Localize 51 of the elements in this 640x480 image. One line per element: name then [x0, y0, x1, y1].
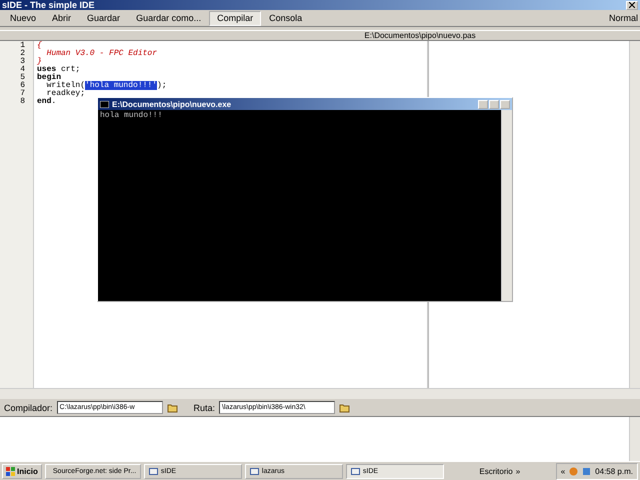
- close-button[interactable]: [626, 0, 638, 10]
- code-line: }: [37, 58, 42, 66]
- horizontal-scrollbar[interactable]: [0, 388, 640, 399]
- mode-label: Normal: [608, 13, 638, 23]
- app-icon: [250, 466, 259, 476]
- code-line: writeln('hola mundo!!!');: [46, 82, 167, 90]
- vertical-scrollbar[interactable]: [501, 110, 512, 301]
- file-path: E:\Documentos\pipo\nuevo.pas: [0, 30, 640, 40]
- code-line: end.: [37, 98, 56, 106]
- app-icon: [148, 466, 158, 476]
- folder-icon[interactable]: [339, 402, 350, 413]
- code-line: Human V3.0 - FPC Editor: [46, 50, 158, 58]
- maximize-button[interactable]: [489, 100, 499, 108]
- collapse-tray[interactable]: «: [560, 466, 566, 476]
- line-number: 4: [20, 66, 25, 74]
- console-icon: [100, 100, 109, 108]
- app-icon: [350, 466, 360, 476]
- expand-toolbar[interactable]: »: [516, 466, 520, 476]
- vertical-scrollbar[interactable]: [629, 41, 640, 388]
- console-output: hola mundo!!!: [99, 110, 164, 122]
- toolbar-button[interactable]: Abrir: [44, 10, 80, 26]
- toolbar-button[interactable]: Guardar: [79, 10, 128, 26]
- toolbar-button[interactable]: Nuevo: [2, 10, 44, 26]
- code-line: begin: [37, 74, 62, 82]
- window-title: sIDE - The simple IDE: [2, 0, 95, 10]
- compiler-label: Compilador:: [4, 402, 53, 412]
- network-icon[interactable]: [582, 466, 592, 476]
- start-button[interactable]: Inicio: [2, 464, 42, 478]
- line-number: 1: [20, 42, 25, 50]
- console-title: E:\Documentos\pipo\nuevo.exe: [112, 100, 232, 108]
- desktop-label[interactable]: Escritorio: [479, 466, 513, 476]
- folder-icon[interactable]: [166, 402, 178, 413]
- line-number: 6: [20, 82, 25, 90]
- toolbar-button[interactable]: Guardar como...: [128, 10, 210, 26]
- line-number: 2: [20, 50, 25, 58]
- code-line: {: [37, 42, 42, 50]
- code-line: uses crt;: [37, 66, 80, 74]
- line-number: 5: [20, 74, 25, 82]
- minimize-button[interactable]: [478, 100, 488, 108]
- windows-logo-icon: [6, 466, 15, 476]
- line-number: 8: [20, 98, 25, 106]
- close-icon: [629, 2, 635, 8]
- toolbar-button[interactable]: Compilar: [209, 10, 262, 26]
- vertical-scrollbar[interactable]: [629, 417, 640, 461]
- code-line: readkey;: [46, 90, 86, 98]
- path-label: Ruta:: [194, 402, 216, 412]
- line-number: 7: [20, 90, 25, 98]
- clock: 04:58 p.m.: [595, 466, 633, 476]
- toolbar-button[interactable]: Consola: [261, 10, 310, 26]
- tray-icon[interactable]: [569, 466, 578, 476]
- line-number: 3: [20, 58, 25, 66]
